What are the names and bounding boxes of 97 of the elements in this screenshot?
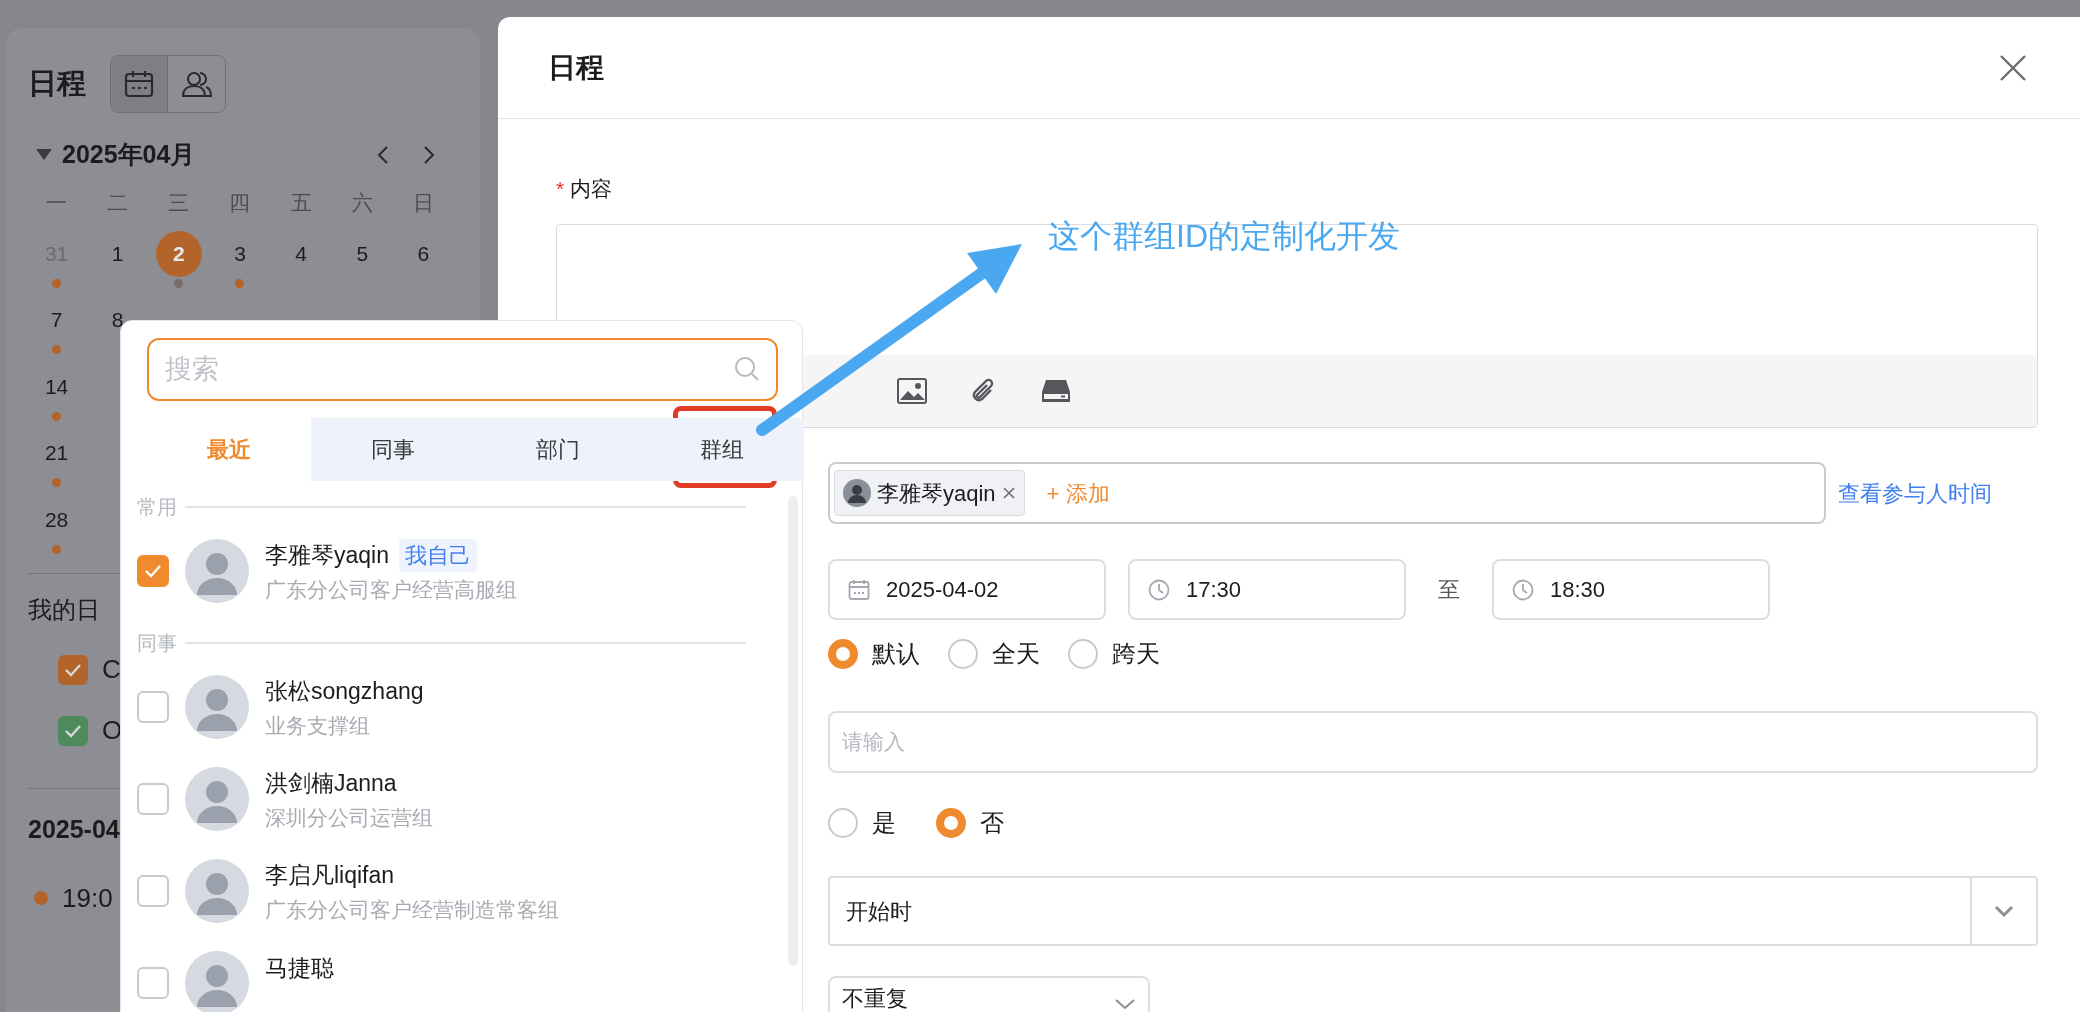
self-tag: 我自己 <box>399 538 477 572</box>
person-name: 洪剑楠Janna <box>265 769 397 798</box>
month-label: 2025年04月 <box>62 139 197 171</box>
view-participant-time-link[interactable]: 查看参与人时间 <box>1838 476 1992 510</box>
clock-icon <box>1148 578 1170 601</box>
check-icon <box>64 723 82 738</box>
day-cell[interactable]: 14 <box>33 363 80 410</box>
day-cell[interactable]: 3 <box>217 230 263 277</box>
department-label: 广东分公司客户经营高服组 <box>265 577 517 604</box>
avatar-icon <box>185 675 249 739</box>
day-cell[interactable]: 6 <box>400 230 447 277</box>
avatar-icon <box>185 767 249 831</box>
clock-icon <box>1512 578 1534 601</box>
weekday-label: 一 <box>46 190 68 216</box>
chevron-left-icon <box>377 145 389 165</box>
day-cell[interactable]: 4 <box>278 230 325 277</box>
checkbox[interactable] <box>137 967 169 999</box>
person-name: 张松songzhang <box>265 677 424 706</box>
calendar-icon <box>848 578 870 601</box>
calendar-name: C <box>102 653 121 686</box>
department-label: 广东分公司客户经营制造常客组 <box>265 897 559 924</box>
reminder-select[interactable]: 开始时 <box>828 876 2038 946</box>
range-separator: 至 <box>1438 576 1460 604</box>
section-title: 我的日 <box>28 595 100 625</box>
chevron-right-icon <box>423 145 435 165</box>
people-icon <box>180 70 213 98</box>
required-mark: * <box>556 176 565 203</box>
department-label: 深圳分公司运营组 <box>265 805 433 832</box>
radio-button[interactable] <box>936 808 966 838</box>
dialog-title: 日程 <box>548 50 605 85</box>
repeat-select[interactable]: 不重复 <box>828 976 1150 1012</box>
radio-option[interactable]: 默认 <box>828 637 920 671</box>
day-cell[interactable]: 21 <box>33 430 80 476</box>
checkbox[interactable] <box>137 691 169 723</box>
start-time-field[interactable]: 17:30 <box>1128 559 1406 620</box>
weekday-label: 日 <box>412 190 434 216</box>
calendar-view-button[interactable] <box>111 56 168 112</box>
close-icon <box>1999 53 2027 82</box>
weekday-label: 三 <box>168 190 190 216</box>
image-icon <box>897 378 927 404</box>
text-input-field[interactable]: 请输入 <box>828 711 2038 773</box>
radio-button[interactable] <box>828 639 858 669</box>
participants-field[interactable]: 李雅琴yaqin + 添加 <box>828 462 1826 524</box>
person-name: 马捷聪 <box>265 953 334 983</box>
event-time: 19:0 <box>62 881 113 915</box>
radio-button[interactable] <box>828 808 858 838</box>
drive-button[interactable] <box>1041 378 1071 404</box>
checkbox[interactable] <box>137 555 169 587</box>
search-icon <box>734 356 760 382</box>
person-name: 李启凡liqifan <box>265 861 395 890</box>
day-cell[interactable]: 28 <box>33 496 80 543</box>
picker-tab[interactable]: 部门 <box>475 417 640 481</box>
participant-name: 李雅琴yaqin <box>877 479 996 508</box>
chevron-down-icon <box>1114 998 1136 1010</box>
agenda-date: 2025-04 <box>28 814 120 845</box>
weekday-label: 五 <box>290 190 312 216</box>
weekday-label: 六 <box>351 190 373 216</box>
radio-option[interactable]: 否 <box>936 806 1004 840</box>
section-label: 同事 <box>137 631 177 656</box>
calendar-checkbox[interactable] <box>58 715 88 746</box>
sidebar-title: 日程 <box>28 66 86 102</box>
remove-icon[interactable] <box>1001 486 1016 500</box>
day-cell[interactable]: 7 <box>33 297 80 343</box>
calendar-icon <box>124 70 154 98</box>
image-button[interactable] <box>897 378 927 404</box>
field-label: 内容 <box>570 176 613 203</box>
checkbox[interactable] <box>137 783 169 815</box>
picker-tab[interactable]: 同事 <box>311 417 476 481</box>
check-icon <box>144 564 162 578</box>
radio-button[interactable] <box>1068 639 1098 669</box>
section-label: 常用 <box>137 495 177 520</box>
date-field[interactable]: 2025-04-02 <box>828 559 1106 620</box>
chevron-down-icon <box>1994 905 2014 917</box>
avatar-icon <box>185 951 249 1012</box>
radio-option[interactable]: 跨天 <box>1068 637 1160 671</box>
avatar-icon <box>185 539 249 603</box>
day-cell[interactable]: 2 <box>155 230 202 277</box>
day-cell[interactable]: 1 <box>94 230 141 277</box>
radio-option[interactable]: 全天 <box>948 637 1040 671</box>
drive-icon <box>1041 378 1071 404</box>
caret-icon[interactable] <box>36 149 52 161</box>
end-time-field[interactable]: 18:30 <box>1492 559 1770 620</box>
weekday-label: 二 <box>107 190 129 216</box>
avatar-icon <box>843 479 871 507</box>
person-name: 李雅琴yaqin <box>265 541 389 570</box>
search-field[interactable]: 搜索 <box>147 338 778 401</box>
radio-button[interactable] <box>948 639 978 669</box>
annotation-text: 这个群组ID的定制化开发 <box>1048 217 1400 256</box>
checkbox[interactable] <box>137 875 169 907</box>
avatar-icon <box>185 859 249 923</box>
radio-option[interactable]: 是 <box>828 806 896 840</box>
check-icon <box>64 662 82 677</box>
picker-tab[interactable]: 群组 <box>639 417 804 481</box>
department-label: 业务支撑组 <box>265 713 371 740</box>
weekday-label: 四 <box>229 190 251 216</box>
day-cell[interactable]: 5 <box>339 230 386 277</box>
calendar-checkbox[interactable] <box>58 654 88 685</box>
